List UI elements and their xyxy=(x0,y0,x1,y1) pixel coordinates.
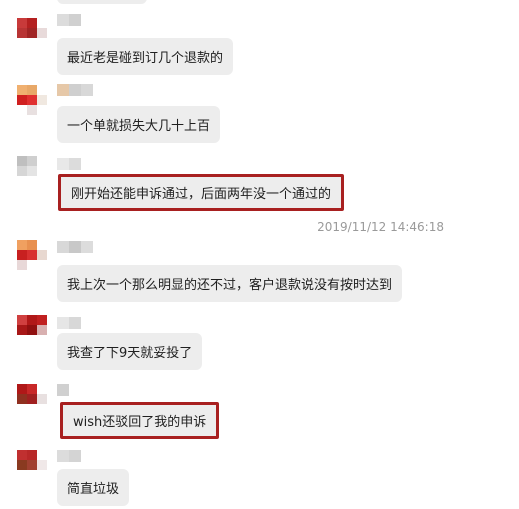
message-bubble[interactable]: 一个单就损失大几十上百 xyxy=(57,106,221,143)
avatar[interactable] xyxy=(17,384,47,414)
sender-name-blurred xyxy=(57,84,93,96)
avatar[interactable] xyxy=(17,240,47,270)
sender-name-blurred xyxy=(57,241,93,253)
message-text: 一个单就损失大几十上百 xyxy=(67,119,211,134)
avatar[interactable] xyxy=(17,450,47,480)
sender-name-blurred xyxy=(57,14,81,26)
avatar[interactable] xyxy=(17,156,47,186)
message-bubble-highlighted[interactable]: 刚开始还能申诉通过，后面两年没一个通过的 xyxy=(58,174,345,211)
message-text: 我上次一个那么明显的还不过，客户退款说没有按时达到 xyxy=(67,278,393,293)
avatar[interactable] xyxy=(17,18,47,48)
message-timestamp: 2019/11/12 14:46:18 xyxy=(317,220,444,234)
message-bubble[interactable]: 我查了下9天就妥投了 xyxy=(57,333,203,370)
sender-name-blurred xyxy=(57,158,81,170)
message-text: 刚开始还能申诉通过，后面两年没一个通过的 xyxy=(71,187,332,202)
message-text: 最近老是碰到订几个退款的 xyxy=(67,51,224,66)
message-bubble[interactable]: 简直垃圾 xyxy=(57,469,130,506)
sender-name-blurred xyxy=(57,450,81,462)
message-bubble[interactable]: 我上次一个那么明显的还不过，客户退款说没有按时达到 xyxy=(57,265,403,302)
message-text: wish还驳回了我的申诉 xyxy=(73,415,207,430)
message-text: 我查了下9天就妥投了 xyxy=(67,346,193,361)
avatar[interactable] xyxy=(17,85,47,115)
sender-name-blurred xyxy=(57,317,81,329)
message-bubble[interactable]: 最近老是碰到订几个退款的 xyxy=(57,38,234,75)
message-text: 简直垃圾 xyxy=(67,482,120,497)
bubble-fragment-top xyxy=(57,0,147,4)
avatar[interactable] xyxy=(17,315,47,345)
message-bubble-highlighted[interactable]: wish还驳回了我的申诉 xyxy=(60,402,220,439)
sender-name-blurred xyxy=(57,384,69,396)
